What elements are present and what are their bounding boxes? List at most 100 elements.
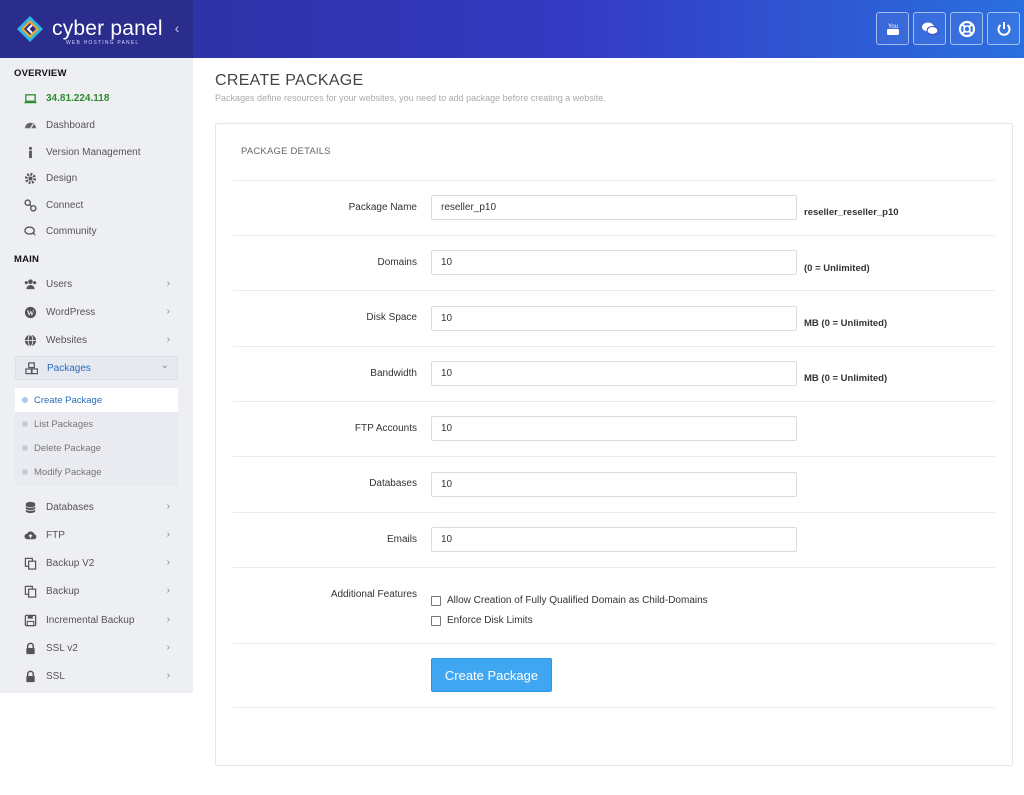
submenu-item-label: Modify Package	[34, 466, 102, 478]
sidebar-item-label: Version Management	[46, 146, 141, 158]
comments-icon	[22, 223, 38, 239]
sidebar-item-ssl[interactable]: SSL ›	[15, 664, 178, 688]
link-icon	[22, 197, 38, 213]
chevron-right-icon: ›	[166, 557, 170, 568]
sidebar-item-wordpress[interactable]: W WordPress ›	[15, 300, 178, 324]
sidebar-item-databases[interactable]: Databases ›	[15, 495, 178, 519]
youtube-button[interactable]: You	[876, 12, 909, 45]
bandwidth-label: Bandwidth	[370, 368, 417, 379]
chevron-right-icon: ›	[166, 278, 170, 289]
brand-logo-area[interactable]: cyber panel WEB HOSTING PANEL	[0, 0, 193, 58]
cubes-icon	[23, 360, 39, 376]
emails-label: Emails	[386, 534, 417, 545]
cog-icon	[22, 170, 38, 186]
fqdn-child-domains-checkbox-row[interactable]: Allow Creation of Fully Qualified Domain…	[431, 595, 708, 606]
sidebar-item-label: Community	[46, 225, 97, 237]
bullet-icon	[22, 445, 28, 451]
sidebar-collapse-button[interactable]: ‹	[170, 20, 184, 36]
sidebar-item-label: Dashboard	[46, 119, 95, 131]
sidebar-item-label: Backup V2	[46, 557, 95, 569]
sidebar-item-server-ip[interactable]: 34.81.224.118	[15, 86, 178, 110]
sidebar-item-backup[interactable]: Backup ›	[15, 579, 178, 603]
enforce-disk-limits-checkbox[interactable]	[431, 615, 441, 626]
sidebar-item-label: SSL v2	[46, 642, 78, 654]
chevron-right-icon: ›	[166, 334, 170, 345]
support-button[interactable]	[950, 12, 983, 45]
packages-submenu: Create Package List Packages Delete Pack…	[15, 388, 178, 486]
databases-label: Databases	[369, 478, 417, 489]
chat-icon	[921, 22, 938, 35]
bullet-icon	[22, 469, 28, 475]
enforce-disk-limits-label: Enforce Disk Limits	[447, 615, 533, 626]
users-icon	[22, 276, 38, 292]
submenu-item-delete-package[interactable]: Delete Package	[15, 436, 178, 460]
chat-button[interactable]	[913, 12, 946, 45]
sidebar-item-ssl-v2[interactable]: SSL v2 ›	[15, 636, 178, 660]
sidebar-item-label: Packages	[47, 362, 91, 374]
bandwidth-input[interactable]	[431, 361, 797, 386]
submenu-item-create-package[interactable]: Create Package	[15, 388, 178, 412]
cloud-upload-icon	[22, 527, 38, 543]
create-package-button[interactable]: Create Package	[431, 658, 552, 692]
sidebar-item-label: FTP	[46, 529, 65, 541]
submenu-item-label: List Packages	[34, 418, 94, 430]
databases-input[interactable]	[431, 472, 797, 497]
domains-input[interactable]	[431, 250, 797, 275]
sidebar: OVERVIEW 34.81.224.118 Dashboard Version…	[0, 58, 193, 693]
sidebar-item-label: Incremental Backup	[46, 614, 135, 626]
package-name-input[interactable]	[431, 195, 797, 220]
additional-features-label: Additional Features	[330, 589, 417, 600]
submenu-item-label: Delete Package	[34, 442, 102, 454]
enforce-disk-limits-checkbox-row[interactable]: Enforce Disk Limits	[431, 615, 533, 626]
sidebar-item-dashboard[interactable]: Dashboard	[15, 113, 178, 137]
submenu-item-modify-package[interactable]: Modify Package	[15, 460, 178, 484]
disk-space-label: Disk Space	[366, 312, 417, 323]
svg-text:W: W	[26, 308, 34, 317]
submenu-item-list-packages[interactable]: List Packages	[15, 412, 178, 436]
sidebar-item-label: WordPress	[46, 306, 96, 318]
youtube-icon: You	[886, 24, 899, 35]
copy-icon	[22, 583, 38, 599]
emails-input[interactable]	[431, 527, 797, 552]
sidebar-item-websites[interactable]: Websites ›	[15, 328, 178, 352]
ftp-accounts-input[interactable]	[431, 416, 797, 441]
sidebar-item-design[interactable]: Design	[15, 166, 178, 190]
logout-button[interactable]	[987, 12, 1020, 45]
chevron-right-icon: ›	[166, 529, 170, 540]
page-subtitle: Packages define resources for your websi…	[215, 93, 606, 103]
ftp-accounts-label: FTP Accounts	[354, 423, 417, 434]
sidebar-item-users[interactable]: Users ›	[15, 272, 178, 296]
sidebar-section-main: MAIN	[14, 254, 40, 265]
sidebar-item-label: Websites	[46, 334, 87, 346]
sidebar-item-ftp[interactable]: FTP ›	[15, 523, 178, 547]
sidebar-item-connect[interactable]: Connect	[15, 193, 178, 217]
sidebar-item-version-management[interactable]: Version Management	[15, 140, 178, 164]
disk-space-input[interactable]	[431, 306, 797, 331]
package-name-preview: reseller_reseller_p10	[804, 207, 899, 218]
sidebar-item-packages[interactable]: Packages ⌄	[15, 356, 178, 380]
fqdn-child-domains-checkbox[interactable]	[431, 595, 441, 606]
brand-name: cyber panel	[52, 17, 163, 40]
save-icon	[22, 612, 38, 628]
divider	[233, 707, 995, 708]
divider	[233, 643, 995, 644]
support-icon	[958, 20, 975, 37]
divider	[233, 401, 995, 402]
divider	[233, 456, 995, 457]
divider	[233, 290, 995, 291]
laptop-icon	[22, 90, 38, 106]
sidebar-item-incremental-backup[interactable]: Incremental Backup ›	[15, 608, 178, 632]
domains-label: Domains	[377, 257, 417, 268]
disk-space-hint: MB (0 = Unlimited)	[804, 318, 888, 329]
bullet-icon	[22, 397, 28, 403]
panel-title: PACKAGE DETAILS	[241, 146, 331, 157]
divider	[233, 512, 995, 513]
divider	[233, 180, 995, 181]
sidebar-item-community[interactable]: Community	[15, 219, 178, 243]
lock-icon	[22, 668, 38, 684]
sidebar-item-backup-v2[interactable]: Backup V2 ›	[15, 551, 178, 575]
sidebar-item-label: Databases	[46, 501, 94, 513]
chevron-right-icon: ›	[166, 306, 170, 317]
power-icon	[997, 21, 1010, 36]
info-icon	[22, 144, 38, 160]
